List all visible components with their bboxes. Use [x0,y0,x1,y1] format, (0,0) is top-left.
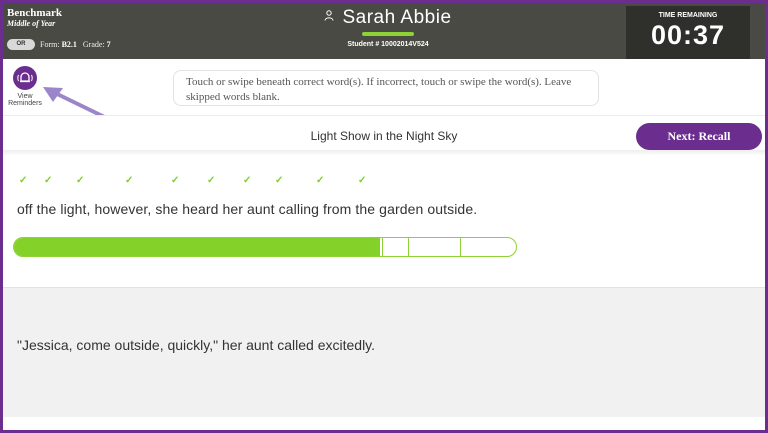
instructions-box: Touch or swipe beneath correct word(s). … [173,70,599,106]
form-grade-info: Form: B2.1 Grade: 7 [40,40,111,49]
word-check-icon[interactable]: ✓ [125,175,133,186]
header-bar: Benchmark Middle of Year OR Form: B2.1 G… [3,3,765,59]
bell-icon [17,72,33,83]
student-block: Sarah Abbie Student # 10002014V524 [263,7,513,48]
reading-progress-bar [13,237,517,257]
story-title-bar: Light Show in the Night Sky Next: Recall [3,115,765,155]
word-check-icon[interactable]: ✓ [76,175,84,186]
person-icon [324,5,334,27]
view-reminders-button[interactable] [13,66,37,90]
student-name: Sarah Abbie [342,7,452,28]
grade-value: 7 [106,40,111,49]
word-check-icon[interactable]: ✓ [207,175,215,186]
word-check-icon[interactable]: ✓ [358,175,366,186]
reminders-label-line1: View [17,93,33,100]
word-check-icon[interactable]: ✓ [44,175,52,186]
progress-segment-divider [408,238,409,256]
name-underline [362,32,414,36]
passage-current-line[interactable]: off the light, however, she heard her au… [17,201,477,217]
word-check-icon[interactable]: ✓ [19,175,27,186]
word-check-icon[interactable]: ✓ [243,175,251,186]
assessment-title: Benchmark [7,7,62,19]
student-name-row: Sarah Abbie [263,7,513,29]
word-check-icon[interactable]: ✓ [171,175,179,186]
word-check-icon[interactable]: ✓ [316,175,324,186]
bottom-band [3,417,765,430]
passage-next-line[interactable]: "Jessica, come outside, quickly," her au… [17,337,375,353]
reminders-label-line2: Reminders [8,100,42,107]
divider [3,150,765,156]
assessment-period: Middle of Year [7,19,56,28]
progress-fill [14,238,381,256]
form-value: B2.1 [61,40,77,49]
form-label: Form: [40,40,60,49]
view-reminders-label[interactable]: View Reminders [5,93,45,107]
timer-box: TIME REMAINING 00:37 [626,6,750,59]
timer-label: TIME REMAINING [658,12,718,19]
next-recall-button[interactable]: Next: Recall [636,123,762,150]
timer-value: 00:37 [650,20,726,50]
progress-segment-divider [382,238,383,256]
grade-label: Grade: [82,40,105,49]
student-id: Student # 10002014V524 [347,41,429,48]
next-line-panel: "Jessica, come outside, quickly," her au… [3,287,765,417]
or-toggle[interactable]: OR [7,39,35,50]
word-check-icon[interactable]: ✓ [275,175,283,186]
app-frame: Benchmark Middle of Year OR Form: B2.1 G… [3,3,765,430]
progress-segment-divider [460,238,461,256]
